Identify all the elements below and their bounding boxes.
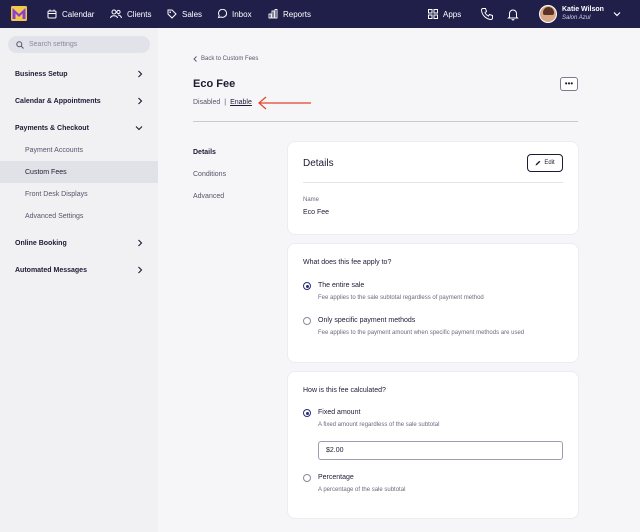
sidebar-item-label: Business Setup [15,70,68,78]
apps-grid-icon [428,9,438,19]
tab-advanced[interactable]: Advanced [193,193,224,200]
chevron-left-icon [193,56,197,62]
entire-sale-label[interactable]: The entire sale [318,282,364,289]
specific-payment-methods-description: Fee applies to the payment amount when s… [318,330,525,336]
user-avatar [539,5,557,23]
sidebar-item-label: Payments & Checkout [15,124,89,132]
sidebar-item-payments-checkout[interactable]: Payments & Checkout [0,117,158,139]
pencil-icon [535,160,541,166]
sidebar-subitem-custom-fees[interactable]: Custom Fees [0,161,158,183]
percentage-description: A percentage of the sale subtotal [318,487,406,493]
specific-payment-methods-label[interactable]: Only specific payment methods [318,317,415,324]
inbox-chat-icon [217,9,227,19]
nav-apps[interactable]: Apps [428,0,461,28]
sidebar-item-business-setup[interactable]: Business Setup [0,63,158,85]
sidebar-item-label: Calendar & Appointments [15,97,101,105]
sidebar-subitem-label: Custom Fees [25,168,67,176]
enable-link[interactable]: Enable [230,99,252,106]
reports-chart-icon [268,9,278,19]
name-field-value: Eco Fee [303,209,330,216]
top-nav-bar: Calendar Clients Sales Inbox Reports App… [0,0,640,28]
nav-clients-label: Clients [127,9,152,19]
fixed-amount-label[interactable]: Fixed amount [318,409,360,416]
phone-icon[interactable] [480,7,494,21]
chevron-down-icon [613,12,621,17]
main-content: Back to Custom Fees Eco Fee ••• Disabled… [158,28,640,532]
back-to-custom-fees-link[interactable]: Back to Custom Fees [193,56,258,62]
sidebar-item-label: Online Booking [15,239,67,247]
card-divider [303,182,563,183]
search-icon [16,40,24,49]
annotation-arrow-icon [258,96,311,110]
fixed-amount-description: A fixed amount regardless of the sale su… [318,422,440,428]
percentage-label[interactable]: Percentage [318,474,354,481]
status-separator: | [224,99,227,106]
sidebar-subitem-label: Payment Accounts [25,146,83,154]
sidebar-item-calendar-appointments[interactable]: Calendar & Appointments [0,90,158,112]
nav-calendar-label: Calendar [62,9,95,19]
sidebar-item-label: Automated Messages [15,266,87,274]
user-menu[interactable]: Katie Wilson Salon Azul [539,4,621,24]
header-divider [193,121,578,122]
applies-question: What does this fee apply to? [303,259,392,266]
user-name: Katie Wilson [562,6,604,13]
fixed-amount-radio[interactable] [303,409,311,417]
fee-status-line: Disabled | Enable [193,99,252,106]
sidebar-subitem-payment-accounts[interactable]: Payment Accounts [0,139,158,161]
nav-inbox[interactable]: Inbox [217,0,252,28]
sidebar-subitem-front-desk-displays[interactable]: Front Desk Displays [0,183,158,205]
percentage-radio[interactable] [303,474,311,482]
specific-payment-methods-radio[interactable] [303,317,311,325]
nav-inbox-label: Inbox [232,9,252,19]
sales-tag-icon [167,9,177,19]
edit-button[interactable]: Edit [527,154,563,172]
status-text: Disabled [193,99,221,106]
nav-calendar[interactable]: Calendar [47,0,94,28]
clients-icon [110,9,122,19]
sidebar-subitem-advanced-settings[interactable]: Advanced Settings [0,205,158,227]
page-title: Eco Fee [193,78,236,90]
sidebar-item-automated-messages[interactable]: Automated Messages [0,259,158,281]
details-card-title: Details [303,158,334,169]
entire-sale-radio[interactable] [303,282,311,290]
chevron-down-icon [135,126,143,131]
nav-reports-label: Reports [283,9,312,19]
chevron-right-icon [138,266,143,274]
nav-sales-label: Sales [182,9,203,19]
name-field-label: Name [303,197,320,203]
nav-apps-label: Apps [443,9,462,19]
back-link-label: Back to Custom Fees [201,56,259,62]
calculation-question: How is this fee calculated? [303,387,386,394]
search-settings-input[interactable] [29,41,139,48]
tab-details[interactable]: Details [193,149,216,156]
nav-reports[interactable]: Reports [268,0,311,28]
chevron-right-icon [138,97,143,105]
more-options-button[interactable]: ••• [560,77,578,91]
edit-button-label: Edit [544,160,555,166]
sidebar-item-online-booking[interactable]: Online Booking [0,232,158,254]
sidebar-subitem-label: Advanced Settings [25,212,84,220]
details-card: Details Edit Name Eco Fee [288,142,578,234]
nav-sales[interactable]: Sales [167,0,202,28]
entire-sale-description: Fee applies to the sale subtotal regardl… [318,295,484,301]
fee-calculation-card: How is this fee calculated? Fixed amount… [288,372,578,518]
chevron-right-icon [138,239,143,247]
nav-clients[interactable]: Clients [110,0,151,28]
user-salon: Salon Azul [562,15,591,21]
calendar-icon [47,9,57,19]
notifications-bell-icon[interactable] [506,7,520,21]
tab-conditions[interactable]: Conditions [193,171,226,178]
mangomint-logo[interactable] [11,6,27,21]
sidebar-subitem-label: Front Desk Displays [25,190,88,198]
fee-applies-card: What does this fee apply to? The entire … [288,244,578,362]
fixed-amount-input[interactable] [318,441,563,460]
chevron-right-icon [138,70,143,78]
settings-sidebar: Business Setup Calendar & Appointments P… [0,28,158,532]
settings-search[interactable] [8,36,150,53]
